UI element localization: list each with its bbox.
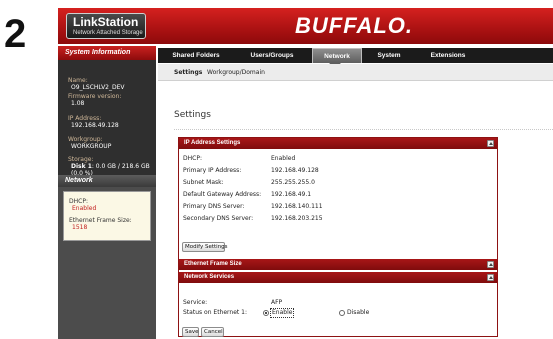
workgroup-value: WORKGROUP [71,143,112,150]
dhcp-row-label: DHCP: [183,155,202,162]
service-value: AFP [271,299,283,306]
ethernet-frame-size-header[interactable]: Ethernet Frame Size [179,259,497,270]
primary-ip-label: Primary IP Address: [183,167,242,174]
logo-subtitle: Network Attached Storage [73,30,143,36]
ip-address-settings-header[interactable]: IP Address Settings [179,138,497,149]
frame-size-value: 1518 [72,224,88,231]
nas-admin-window: LinkStation Network Attached Storage BUF… [58,8,553,339]
service-label: Service: [183,299,208,306]
enable-radio[interactable] [263,310,269,316]
page-title: Settings [174,110,211,120]
name-value: O9_LSCHLV2_DEV [71,84,125,91]
title-divider [174,129,553,130]
step-number: 2 [4,12,27,56]
network-services-title: Network Services [184,274,235,280]
ethernet-frame-size-title: Ethernet Frame Size [184,261,242,267]
save-button[interactable]: Save [182,327,199,337]
disable-radio[interactable] [339,310,345,316]
dhcp-value: Enabled [72,205,97,212]
logo-title: LinkStation [73,15,139,29]
tab-extensions[interactable]: Extensions [416,48,480,63]
modify-settings-button[interactable]: Modify Settings [182,242,228,252]
secondary-dns-value: 192.168.203.215 [271,215,323,222]
status-ethernet-label: Status on Ethernet 1: [183,309,247,316]
sub-tabs: Settings Workgroup/Domain [158,64,553,81]
storage-disk: Disk 1 [71,163,92,170]
tab-users-groups[interactable]: Users/Groups [234,48,310,63]
subnet-mask-value: 255.255.255.0 [271,179,315,186]
default-gateway-value: 192.168.49.1 [271,191,312,198]
ip-address-settings-title: IP Address Settings [184,140,241,146]
sidebar: System Information Name: O9_LSCHLV2_DEV … [58,46,156,339]
subtab-settings[interactable]: Settings [174,64,202,81]
cancel-button[interactable]: Cancel [201,327,224,337]
tab-network[interactable]: Network [312,48,362,63]
primary-ip-value: 192.168.49.128 [271,167,319,174]
storage-amount: : 0.0 GB / 218.6 GB [91,163,150,170]
collapse-icon[interactable] [487,274,494,281]
primary-dns-label: Primary DNS Server: [183,203,245,210]
subtab-workgroup-domain[interactable]: Workgroup/Domain [207,64,265,81]
network-services-header[interactable]: Network Services [179,272,497,283]
dhcp-row-value: Enabled [271,155,296,162]
settings-panel: IP Address Settings DHCP: Enabled Primar… [178,137,498,337]
system-information-header: System Information [58,46,156,60]
system-info-panel: Name: O9_LSCHLV2_DEV Firmware version: 1… [58,60,156,177]
subnet-mask-label: Subnet Mask: [183,179,224,186]
tab-shared-folders[interactable]: Shared Folders [158,48,234,63]
buffalo-brand-logo: BUFFALO. [295,13,413,38]
header-bar: LinkStation Network Attached Storage BUF… [58,8,553,44]
expand-icon[interactable] [487,261,494,268]
main-nav: Shared Folders Users/Groups Network Syst… [158,48,553,63]
primary-dns-value: 192.168.140.111 [271,203,323,210]
default-gateway-label: Default Gateway Address: [183,191,262,198]
firmware-value: 1.08 [71,100,85,107]
network-header: Network [58,175,156,187]
network-info-box: DHCP: Enabled Ethernet Frame Size: 1518 [63,191,151,241]
secondary-dns-label: Secondary DNS Server: [183,215,254,222]
tab-system[interactable]: System [364,48,414,63]
disable-label[interactable]: Disable [347,309,369,317]
collapse-icon[interactable] [487,140,494,147]
ip-address-value: 192.168.49.128 [71,122,119,129]
enable-label[interactable]: Enable [272,309,292,317]
linkstation-logo: LinkStation Network Attached Storage [66,13,146,39]
